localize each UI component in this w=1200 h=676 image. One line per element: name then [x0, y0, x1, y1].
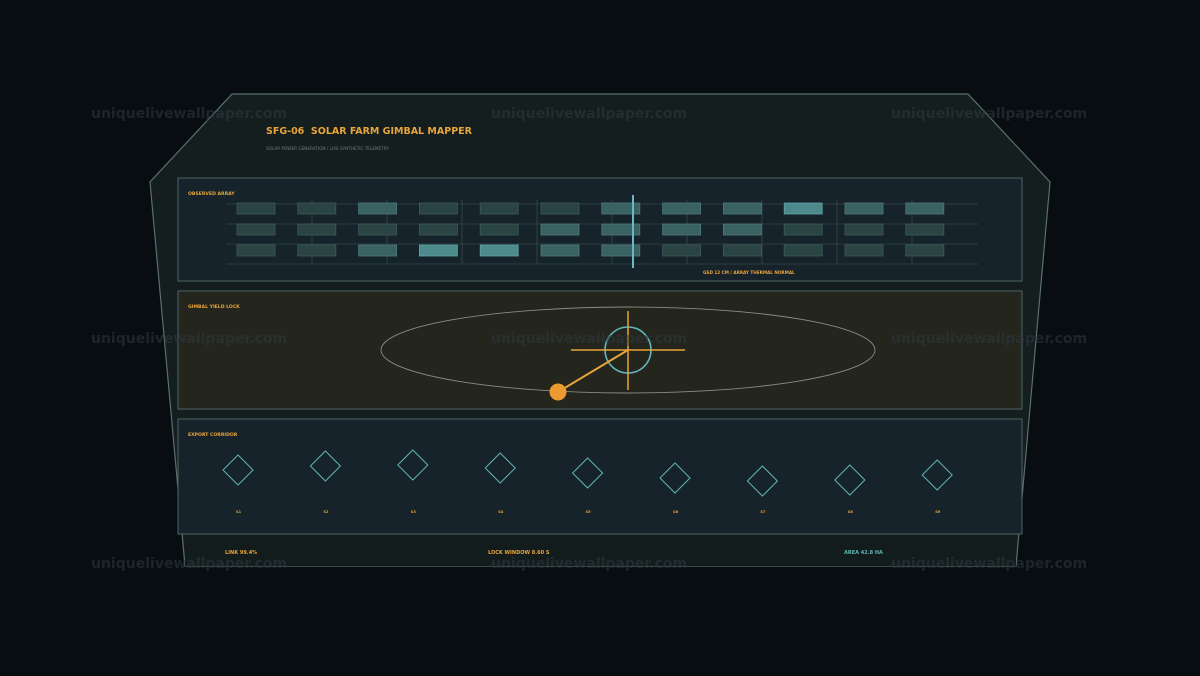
array-panel-cell[interactable]	[662, 202, 701, 215]
array-panel-cell[interactable]	[844, 244, 884, 257]
export-node-label: S2	[323, 510, 329, 514]
watermark-text: uniquelivewallpaper.com	[891, 106, 1087, 122]
array-panel-cell[interactable]	[662, 244, 701, 257]
export-node-label: S6	[673, 510, 679, 514]
array-panel-cell[interactable]	[783, 244, 823, 257]
dashboard-canvas: SFG-06 SOLAR FARM GIMBAL MAPPER SOLAR PO…	[91, 93, 1087, 572]
array-panel-cell[interactable]	[418, 223, 458, 236]
export-node-label: S1	[236, 510, 242, 514]
array-panel-cell[interactable]	[783, 223, 823, 236]
array-panel-cell[interactable]	[723, 244, 762, 257]
watermark-text: uniquelivewallpaper.com	[91, 556, 287, 572]
gimbal-label: GIMBAL YIELD LOCK	[188, 304, 240, 310]
watermark-text: uniquelivewallpaper.com	[91, 106, 287, 122]
watermark-text: uniquelivewallpaper.com	[491, 331, 687, 347]
app-title: SFG-06 SOLAR FARM GIMBAL MAPPER	[266, 126, 473, 137]
array-panel-cell[interactable]	[662, 223, 701, 236]
export-node-label: S9	[935, 510, 941, 514]
array-panel-cell[interactable]	[479, 244, 519, 257]
array-panel-cell[interactable]	[418, 202, 458, 215]
watermark-text: uniquelivewallpaper.com	[491, 556, 687, 572]
array-panel-cell[interactable]	[479, 202, 519, 215]
array-panel-cell[interactable]	[783, 202, 823, 215]
array-panel-cell[interactable]	[297, 202, 337, 215]
array-panel-cell[interactable]	[479, 223, 519, 236]
array-panel-cell[interactable]	[418, 244, 458, 257]
gimbal-handle[interactable]	[549, 383, 567, 401]
array-panel-cell[interactable]	[236, 244, 276, 257]
array-panel-cell[interactable]	[297, 244, 337, 257]
array-panel-cell[interactable]	[723, 202, 762, 215]
array-panel-cell[interactable]	[540, 244, 580, 257]
array-panel-cell[interactable]	[723, 223, 762, 236]
export-node-label: S7	[760, 510, 766, 514]
array-panel-cell[interactable]	[905, 244, 945, 257]
export-node-label: S3	[411, 510, 417, 514]
array-status: GSD 12 CM / ARRAY THERMAL NORMAL	[703, 270, 795, 275]
array-panel-cell[interactable]	[601, 223, 641, 236]
export-label: EXPORT CORRIDOR	[188, 432, 238, 438]
array-panel-cell[interactable]	[358, 223, 398, 236]
export-node-label: S5	[586, 510, 592, 514]
observed-array-panel: OBSERVED ARRAY GSD 12 CM / ARRAY THERMAL…	[177, 177, 1023, 282]
array-panel-cell[interactable]	[844, 223, 884, 236]
array-panel-cell[interactable]	[844, 202, 884, 215]
array-panel-cell[interactable]	[297, 223, 337, 236]
array-panel-cell[interactable]	[236, 202, 276, 215]
watermark-text: uniquelivewallpaper.com	[91, 331, 287, 347]
array-panel-cell[interactable]	[601, 244, 641, 257]
watermark-text: uniquelivewallpaper.com	[491, 106, 687, 122]
export-node-label: S4	[498, 510, 504, 514]
array-panel-cell[interactable]	[905, 202, 945, 215]
export-node-label: S8	[848, 510, 854, 514]
app-subtitle: SOLAR POWER GENERATION / LIVE SYNTHETIC …	[266, 146, 389, 151]
watermark-text: uniquelivewallpaper.com	[891, 331, 1087, 347]
array-panel-cell[interactable]	[540, 223, 580, 236]
area-status: AREA 42.8 HA	[844, 550, 883, 556]
array-panel-cell[interactable]	[540, 202, 580, 215]
observed-array-label: OBSERVED ARRAY	[188, 191, 235, 197]
array-panel-cell[interactable]	[601, 202, 641, 215]
array-panel-cell[interactable]	[236, 223, 276, 236]
array-panel-cell[interactable]	[358, 244, 398, 257]
array-panel-cell[interactable]	[905, 223, 945, 236]
gimbal-panel: GIMBAL YIELD LOCK	[177, 290, 1023, 410]
watermark-text: uniquelivewallpaper.com	[891, 556, 1087, 572]
array-panel-cell[interactable]	[358, 202, 398, 215]
export-panel: EXPORT CORRIDOR S1 S2 S3 S4 S5 S6 S7 S8 S9	[177, 418, 1023, 535]
